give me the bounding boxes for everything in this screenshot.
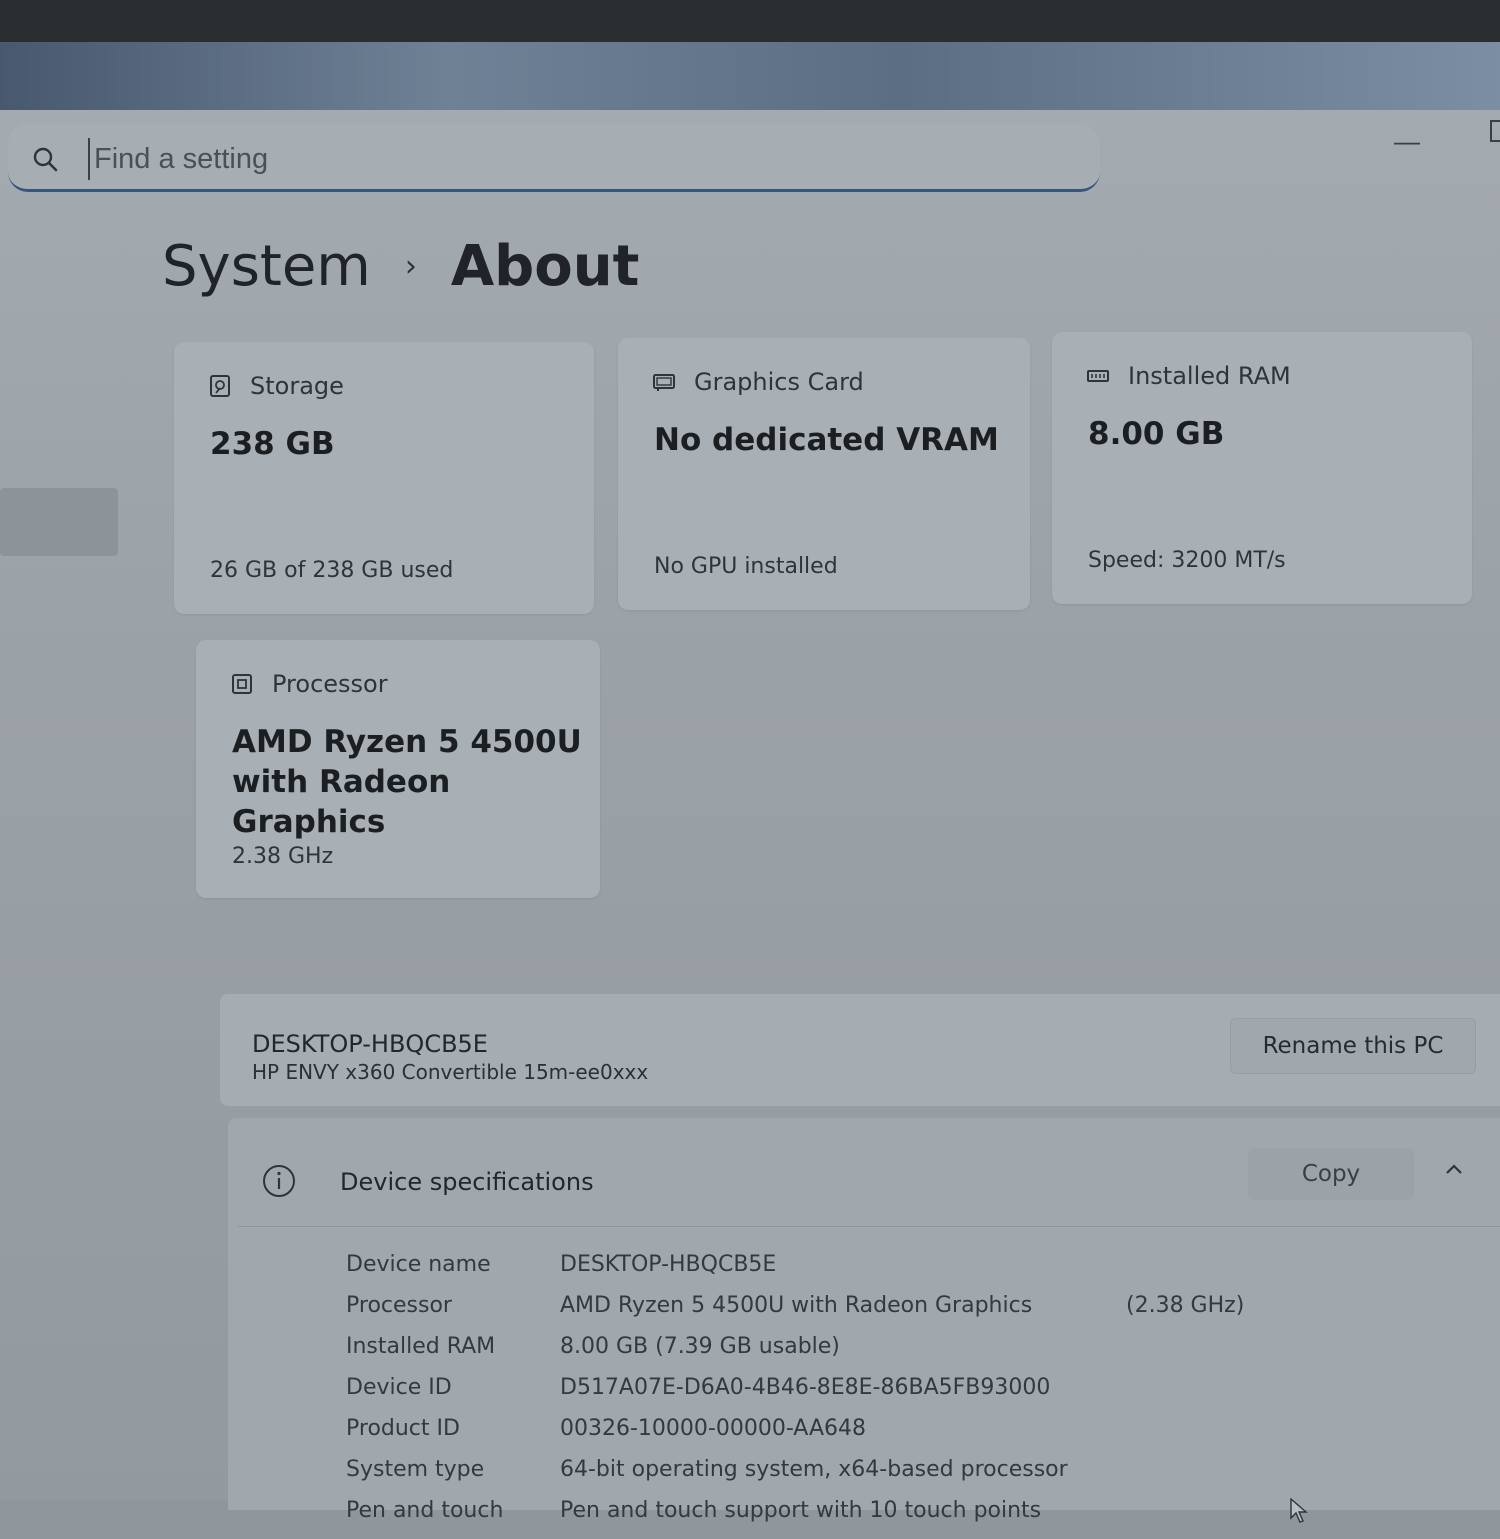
breadcrumb-system[interactable]: System bbox=[162, 234, 371, 299]
graphics-detail: No GPU installed bbox=[654, 554, 838, 579]
pc-name-panel: DESKTOP-HBQCB5E HP ENVY x360 Convertible… bbox=[220, 994, 1500, 1106]
desktop-wallpaper bbox=[0, 42, 1500, 112]
storage-value: 238 GB bbox=[210, 426, 335, 462]
storage-card[interactable]: Storage 238 GB 26 GB of 238 GB used bbox=[174, 342, 594, 614]
storage-icon bbox=[210, 375, 230, 397]
page-title: About bbox=[450, 234, 640, 299]
search-input[interactable] bbox=[88, 138, 996, 180]
copy-button[interactable]: Copy bbox=[1248, 1148, 1414, 1200]
processor-value-line2: with Radeon Graphics bbox=[232, 764, 451, 840]
spec-row-pen-and-touch: Pen and touch Pen and touch support with… bbox=[346, 1498, 1446, 1539]
mouse-cursor-icon bbox=[1290, 1498, 1308, 1523]
ram-card-header: Installed RAM bbox=[1086, 362, 1291, 390]
graphics-label: Graphics Card bbox=[694, 368, 864, 396]
device-specifications-title[interactable]: Device specifications bbox=[340, 1168, 594, 1196]
spec-list: Device name DESKTOP-HBQCB5E Processor AM… bbox=[346, 1252, 1446, 1539]
spec-row-processor: Processor AMD Ryzen 5 4500U with Radeon … bbox=[346, 1293, 1446, 1334]
search-icon bbox=[33, 147, 58, 172]
storage-detail: 26 GB of 238 GB used bbox=[210, 558, 454, 583]
spec-label: Pen and touch bbox=[346, 1498, 504, 1523]
processor-icon bbox=[232, 674, 252, 694]
spec-row-device-name: Device name DESKTOP-HBQCB5E bbox=[346, 1252, 1446, 1293]
graphics-card-icon bbox=[653, 374, 675, 391]
divider bbox=[238, 1226, 1500, 1227]
ram-card[interactable]: Installed RAM 8.00 GB Speed: 3200 MT/s bbox=[1052, 332, 1472, 604]
chevron-up-icon[interactable] bbox=[1442, 1158, 1466, 1182]
minimize-button[interactable]: — bbox=[1394, 126, 1420, 157]
spec-label: Device name bbox=[346, 1252, 491, 1277]
pc-name: DESKTOP-HBQCB5E bbox=[252, 1030, 488, 1058]
spec-label: Installed RAM bbox=[346, 1334, 496, 1359]
spec-label: Device ID bbox=[346, 1375, 452, 1400]
spec-value[interactable]: DESKTOP-HBQCB5E bbox=[560, 1252, 776, 1277]
settings-window: — System › About Storage 238 GB 26 GB of… bbox=[0, 110, 1500, 1523]
spec-label: System type bbox=[346, 1457, 485, 1482]
ram-label: Installed RAM bbox=[1128, 362, 1291, 390]
processor-value: AMD Ryzen 5 4500U with Radeon Graphics bbox=[232, 722, 600, 842]
graphics-card[interactable]: Graphics Card No dedicated VRAM No GPU i… bbox=[618, 338, 1030, 610]
info-icon bbox=[263, 1165, 295, 1197]
processor-detail: 2.38 GHz bbox=[232, 844, 334, 869]
processor-value-line1: AMD Ryzen 5 4500U bbox=[232, 724, 582, 760]
spec-value[interactable]: D517A07E-D6A0-4B46-8E8E-86BA5FB93000 bbox=[560, 1375, 1050, 1400]
processor-card-header: Processor bbox=[230, 670, 388, 698]
spec-value[interactable]: Pen and touch support with 10 touch poin… bbox=[560, 1498, 1041, 1523]
graphics-value: No dedicated VRAM bbox=[654, 422, 999, 458]
storage-card-header: Storage bbox=[208, 372, 344, 400]
spec-row-installed-ram: Installed RAM 8.00 GB (7.39 GB usable) bbox=[346, 1334, 1446, 1375]
breadcrumb: System › About bbox=[162, 234, 639, 299]
breadcrumb-separator: › bbox=[404, 249, 417, 284]
spec-value[interactable]: AMD Ryzen 5 4500U with Radeon Graphics bbox=[560, 1293, 1032, 1318]
spec-extra: (2.38 GHz) bbox=[1126, 1293, 1245, 1318]
pc-model: HP ENVY x360 Convertible 15m-ee0xxx bbox=[252, 1060, 649, 1084]
search-box[interactable] bbox=[8, 124, 1100, 192]
processor-label: Processor bbox=[272, 670, 388, 698]
graphics-card-header: Graphics Card bbox=[652, 368, 864, 396]
nav-selected-item[interactable] bbox=[0, 488, 118, 556]
ram-detail: Speed: 3200 MT/s bbox=[1088, 548, 1286, 573]
spec-label: Processor bbox=[346, 1293, 452, 1318]
spec-value[interactable]: 64-bit operating system, x64-based proce… bbox=[560, 1457, 1068, 1482]
spec-row-system-type: System type 64-bit operating system, x64… bbox=[346, 1457, 1446, 1498]
spec-label: Product ID bbox=[346, 1416, 460, 1441]
spec-value[interactable]: 8.00 GB (7.39 GB usable) bbox=[560, 1334, 840, 1359]
storage-label: Storage bbox=[250, 372, 344, 400]
device-specifications-panel: Device specifications Copy Device name D… bbox=[228, 1118, 1500, 1523]
rename-pc-button[interactable]: Rename this PC bbox=[1230, 1018, 1476, 1074]
ram-value: 8.00 GB bbox=[1088, 416, 1225, 452]
spec-value[interactable]: 00326-10000-00000-AA648 bbox=[560, 1416, 866, 1441]
maximize-button[interactable] bbox=[1490, 120, 1500, 142]
spec-row-device-id: Device ID D517A07E-D6A0-4B46-8E8E-86BA5F… bbox=[346, 1375, 1446, 1416]
screen-bezel bbox=[0, 0, 1500, 42]
spec-row-product-id: Product ID 00326-10000-00000-AA648 bbox=[346, 1416, 1446, 1457]
ram-icon bbox=[1087, 370, 1109, 382]
processor-card[interactable]: Processor AMD Ryzen 5 4500U with Radeon … bbox=[196, 640, 600, 898]
